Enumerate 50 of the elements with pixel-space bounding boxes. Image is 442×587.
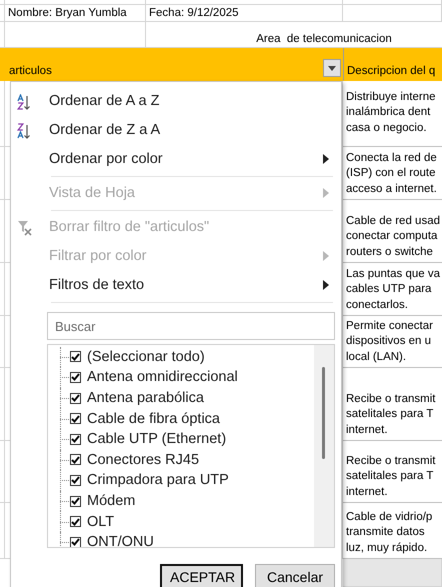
value-label[interactable]: OLT — [87, 514, 114, 530]
table-cell-text: Cable de vidrio/p transmite datos luz, muy rápido. — [346, 510, 432, 556]
ok-button[interactable]: ACEPTAR — [160, 564, 243, 587]
checkbox[interactable] — [70, 351, 81, 362]
checkbox[interactable] — [70, 536, 81, 548]
checkbox[interactable] — [70, 372, 81, 383]
value-label[interactable]: Conectores RJ45 — [87, 452, 200, 468]
scrollbar[interactable] — [314, 344, 334, 548]
value-label[interactable]: Antena omnidireccional — [87, 369, 238, 386]
checkbox[interactable] — [70, 454, 81, 466]
value-label[interactable]: Cable UTP (Ethernet) — [87, 431, 226, 448]
menu-item[interactable]: Ordenar de Z a A — [11, 116, 341, 145]
column-header: articulos — [9, 65, 52, 77]
value-label[interactable]: ONT/ONU — [87, 534, 154, 548]
checkbox[interactable] — [70, 413, 81, 424]
table-cell-text: Cable de red usad conectar computa routers o switche — [346, 214, 440, 260]
submenu-arrow-icon — [323, 154, 329, 164]
menu-item[interactable]: Ordenar de A a Z — [11, 87, 341, 116]
value-label[interactable]: Cable de fibra óptica — [87, 410, 220, 427]
clear-filter-icon — [17, 220, 33, 236]
filter-dropdown-button[interactable] — [323, 59, 341, 77]
value-label[interactable]: Módem — [87, 493, 136, 509]
table-cell-text: Las puntas que va cables UTP para conectarlos. — [346, 266, 440, 312]
value-label[interactable]: (Seleccionar todo) — [87, 348, 205, 365]
table-cell-text: Distribuye interne inalámbrica dent casa o negocio. — [346, 90, 436, 136]
area-title: Area de telecomunicacion — [256, 33, 392, 45]
checkbox[interactable] — [70, 392, 81, 404]
submenu-arrow-icon — [323, 280, 329, 290]
cancel-button[interactable]: Cancelar — [255, 564, 335, 587]
sort-descending-icon — [17, 122, 33, 139]
value-label[interactable]: Crimpadora para UTP — [87, 472, 229, 488]
checkbox[interactable] — [70, 434, 81, 445]
table-cell-text: Conecta la red de (ISP) con el route acceso a internet. — [346, 150, 437, 196]
table-cell-text: Recibe o transmit satelitales para T internet. — [346, 454, 436, 500]
checkbox[interactable] — [70, 474, 81, 486]
date-cell: Fecha: 9/12/2025 — [146, 5, 343, 22]
checkbox[interactable] — [70, 516, 81, 528]
search-field[interactable]: Buscar — [47, 312, 335, 340]
sort-ascending-icon — [17, 94, 33, 110]
value-label[interactable]: Antena parabólica — [87, 390, 204, 406]
table-cell-text: Recibe o transmit satelitales para T internet. — [346, 392, 436, 438]
name-cell: Nombre: Bryan Yumbla — [5, 5, 146, 22]
submenu-arrow-icon — [323, 188, 329, 198]
table-cell-text: Permite conectar dispositivos en u local (LAN). — [346, 318, 433, 364]
column-header: Descripcion del q — [347, 65, 436, 77]
caret-icon — [328, 66, 336, 70]
checkbox[interactable] — [70, 496, 81, 506]
menu-item[interactable]: Ordenar por color — [11, 144, 341, 174]
menu-item[interactable]: Filtros de texto — [11, 270, 341, 300]
submenu-arrow-icon — [323, 251, 329, 262]
